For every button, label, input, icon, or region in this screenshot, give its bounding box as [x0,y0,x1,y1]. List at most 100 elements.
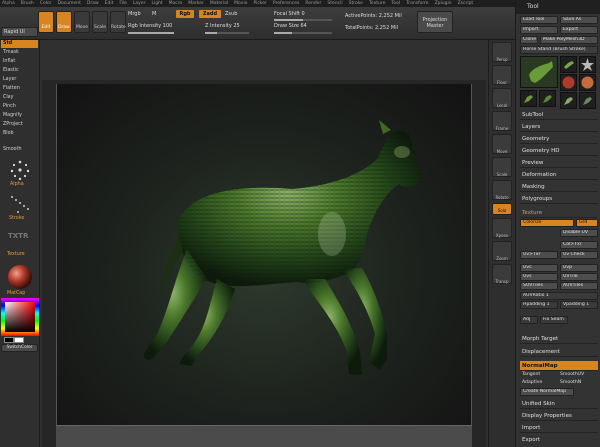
menu-stencil[interactable]: Stencil [327,0,342,7]
edit-button[interactable]: Edit [38,11,54,33]
scale-button[interactable]: Scale [92,11,108,33]
current-tool-thumbnail[interactable] [520,56,558,88]
brush-magnify[interactable]: Magnify [1,112,38,120]
xpose-button[interactable]: Xpose [492,218,512,238]
menu-layer[interactable]: Layer [133,0,146,7]
section-morph-target[interactable]: Morph Target [520,334,598,344]
menu-render[interactable]: Render [305,0,321,7]
section-display-properties[interactable]: Display Properties [520,411,598,421]
floor-button[interactable]: Floor [492,65,512,85]
alpha-thumbnail-icon[interactable] [8,158,32,182]
brush-smooth[interactable]: Smooth [1,146,38,154]
local-button[interactable]: Local [492,88,512,108]
section-subtool[interactable]: SubTool [520,110,598,120]
z-intensity-slider[interactable]: Z Intensity 25 [205,23,240,29]
vpadding-slider[interactable]: Vpadding 1 [560,301,598,309]
hpadding-slider[interactable]: Hpadding 1 [520,301,558,309]
section-deformation[interactable]: Deformation [520,170,598,180]
section-displacement[interactable]: Displacement [520,347,598,357]
switch-color-button[interactable]: SwitchColor [1,344,38,352]
uvc-button[interactable]: Uvc [520,264,558,272]
col-txr-button[interactable]: Col>Txr [560,241,598,249]
draw-size-slider[interactable]: Draw Size 64 [274,23,307,29]
current-tool-name[interactable]: Horse Stand (Brush Stroke) [520,46,598,54]
tool-thumb-horse5-icon[interactable] [579,92,596,109]
zadd-toggle[interactable]: Zadd [199,10,221,18]
colorize-toggle[interactable]: Colorize [520,219,574,227]
brush-pinch[interactable]: Pinch [1,103,38,111]
uv-txr-button[interactable]: Uv>Txr [520,251,558,259]
focal-shift-track[interactable] [274,19,332,21]
uvtile-button[interactable]: UVTile [560,273,598,281]
rotate-button[interactable]: Rotate [110,11,126,33]
document-canvas[interactable] [56,84,472,425]
move-view-button[interactable]: Move [492,134,512,154]
menu-marker[interactable]: Marker [188,0,204,7]
menu-color[interactable]: Color [40,0,52,7]
section-import[interactable]: Import [520,423,598,433]
primary-color-swatch[interactable] [4,337,14,343]
rapid-ui-button[interactable]: Rapid Ul [1,27,38,37]
section-layers[interactable]: Layers [520,122,598,132]
section-export[interactable]: Export [520,435,598,445]
menu-tool[interactable]: Tool [391,0,400,7]
smooth-uv-toggle[interactable]: SmoothUV [560,372,584,377]
menu-alpha[interactable]: Alpha [2,0,15,7]
rotate-view-button[interactable]: Rotate [492,180,512,200]
menu-texture[interactable]: Texture [369,0,385,7]
create-normalmap-button[interactable]: Create NormalMap [520,388,574,396]
fix-seam-toggle[interactable]: Fix Seam [540,316,568,324]
brush-elastic[interactable]: Elastic [1,67,38,75]
menu-file[interactable]: File [119,0,127,7]
horse-model-icon[interactable] [57,84,473,425]
draw-size-track[interactable] [274,32,332,34]
section-unified-skin[interactable]: Unified Skin [520,399,598,409]
scale-view-button[interactable]: Scale [492,157,512,177]
rgb-intensity-track[interactable] [128,32,174,34]
menu-picker[interactable]: Picker [253,0,266,7]
tool-thumb-sphere-icon[interactable] [560,74,577,91]
section-texture[interactable]: Texture [520,208,598,218]
tool-thumb-star-icon[interactable] [579,56,596,73]
section-normalmap[interactable]: NormalMap [520,361,598,371]
tool-thumb-horse3-icon[interactable] [539,90,556,107]
tool-thumb-horse4-icon[interactable] [560,92,577,109]
z-intensity-track[interactable] [205,32,249,34]
projection-master-button[interactable]: Projection Master [417,11,453,33]
brush-flatten[interactable]: Flatten [1,85,38,93]
menu-material[interactable]: Material [210,0,228,7]
adaptive-toggle[interactable]: Adaptive [522,380,542,385]
brush-layer[interactable]: Layer [1,76,38,84]
make-polymesh-button[interactable]: Make PolyMesh3D [540,36,598,44]
persp-button[interactable]: Persp [492,42,512,62]
tool-palette-title[interactable]: Tool [516,0,600,14]
solo-button[interactable]: Solo [492,203,512,215]
stroke-thumbnail-icon[interactable] [8,192,32,216]
smooth-n-toggle[interactable]: SmoothN [560,380,581,385]
brush-std[interactable]: Std [1,40,38,48]
grd-toggle[interactable]: Grd [576,219,598,227]
uv-check-button[interactable]: Uv Check [560,251,598,259]
menu-preferences[interactable]: Preferences [273,0,299,7]
menu-brush[interactable]: Brush [21,0,34,7]
zoom-button[interactable]: Zoom [492,241,512,261]
transp-button[interactable]: Transp [492,264,512,284]
suvtiles-button[interactable]: SUVTiles [520,282,558,290]
tool-thumb-horse-icon[interactable] [560,56,577,73]
draw-button[interactable]: Draw [56,11,72,33]
uvs-button[interactable]: Uvs [520,273,558,281]
rgb-toggle[interactable]: Rgb [176,10,194,18]
mrgb-toggle[interactable]: Mrgb [128,11,141,17]
load-tool-button[interactable]: Load Tool [520,16,558,24]
m-toggle[interactable]: M [152,11,156,17]
menu-movie[interactable]: Movie [234,0,247,7]
brush-inflat[interactable]: Inflat [1,58,38,66]
brush-tmask[interactable]: Tmask [1,49,38,57]
auvtiles-button[interactable]: AUVTiles [560,282,598,290]
brush-zproject[interactable]: ZProject [1,121,38,129]
disable-uv-button[interactable]: Disable UV [560,229,598,237]
menu-draw[interactable]: Draw [87,0,99,7]
material-sphere-icon[interactable] [7,264,33,290]
frame-button[interactable]: Frame [492,111,512,131]
menu-edit[interactable]: Edit [105,0,114,7]
